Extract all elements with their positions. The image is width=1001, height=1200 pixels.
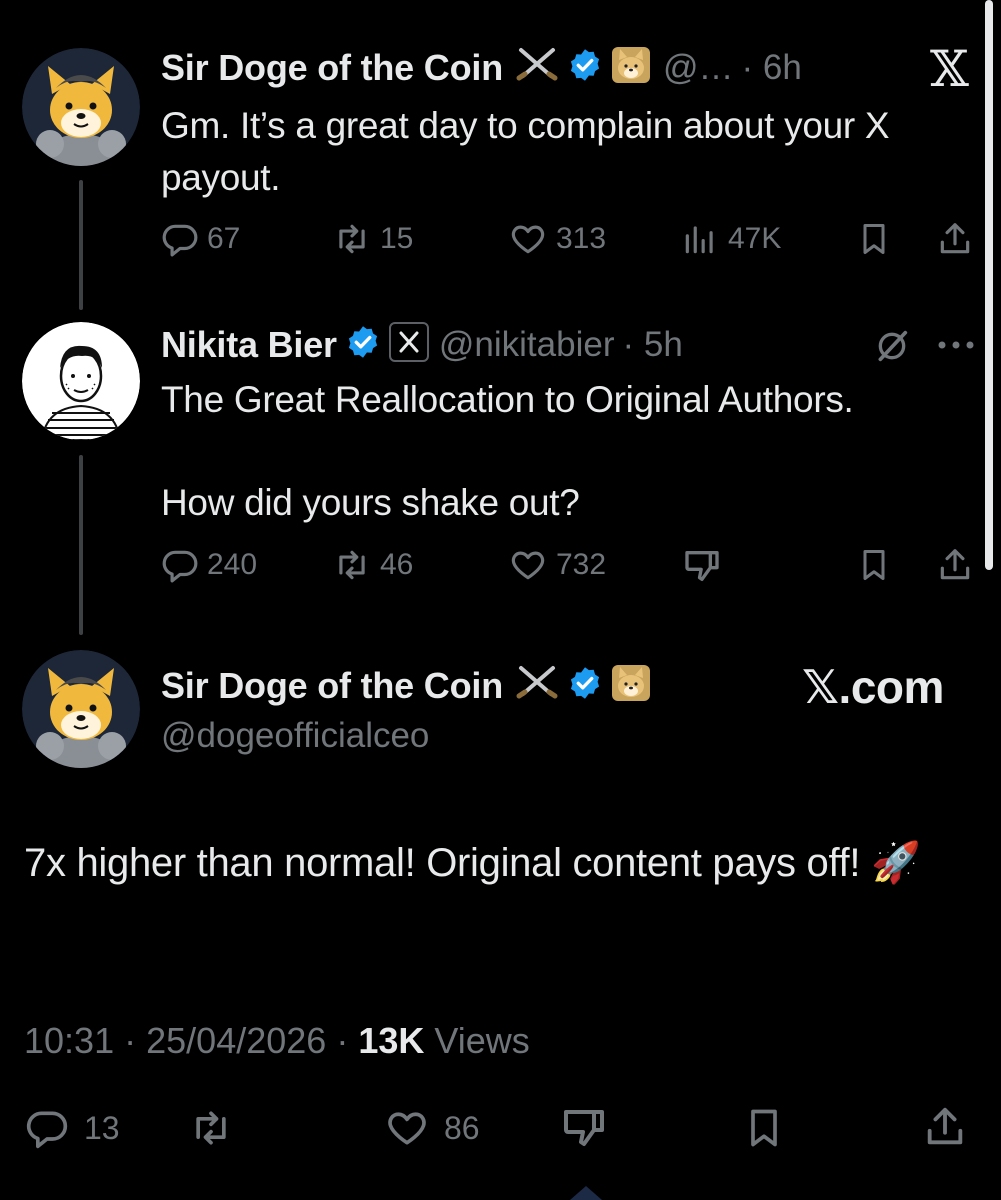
tweet-date[interactable]: 25/04/2026 [146, 1020, 326, 1061]
reply-button[interactable]: 13 [24, 1106, 120, 1150]
tweet2-handle[interactable]: @nikitabier [439, 325, 615, 365]
repost-icon [196, 1111, 226, 1145]
like-icon [388, 1112, 426, 1145]
views-label: Views [434, 1020, 530, 1061]
avatar-doge[interactable] [22, 48, 140, 166]
doge-avatar-image [22, 48, 140, 166]
like-button[interactable]: 732 [508, 546, 606, 584]
tweet1-header: Sir Doge of the Coin @… · 6h [161, 46, 802, 89]
tweet1-time[interactable]: · 6h [742, 48, 802, 88]
bookmark-button[interactable] [856, 546, 892, 584]
repost-count: 46 [380, 548, 414, 581]
doge-emoji-icon [611, 664, 651, 707]
tweet-metadata: 10:31 · 25/04/2026 · 13K Views [24, 1020, 530, 1062]
crossed-swords-icon [515, 664, 559, 707]
reply-icon [162, 224, 198, 257]
tweet2-header: Nikita Bier @nikitabier · 5h [161, 322, 683, 367]
repost-icon [339, 550, 365, 580]
dislike-button[interactable] [560, 1104, 608, 1152]
reply-count: 13 [84, 1109, 120, 1146]
separator: · [124, 1020, 137, 1061]
reply-count: 240 [207, 548, 258, 581]
share-button[interactable] [936, 220, 974, 258]
scrollbar[interactable] [985, 0, 993, 570]
repost-button[interactable]: 15 [332, 220, 413, 258]
dislike-icon [685, 551, 719, 581]
main-display-name[interactable]: Sir Doge of the Coin [161, 665, 503, 707]
x-logo-icon: 𝕏 [930, 40, 969, 98]
repost-button[interactable]: 46 [332, 546, 413, 584]
tweet1-display-name[interactable]: Sir Doge of the Coin [161, 47, 503, 89]
separator: · [336, 1020, 349, 1061]
views-total: 13K [358, 1020, 425, 1061]
share-icon [927, 1107, 963, 1145]
doge-avatar-image [22, 650, 140, 768]
thread-line [79, 180, 83, 310]
reply-count: 67 [207, 222, 241, 255]
share-button[interactable] [936, 546, 974, 584]
repost-button[interactable] [186, 1106, 236, 1150]
verified-badge-icon[interactable] [567, 665, 603, 706]
reply-icon [162, 550, 198, 583]
like-icon [511, 551, 545, 580]
views-button[interactable]: 47K [680, 220, 781, 258]
repost-icon [339, 224, 365, 254]
x-com-watermark: 𝕏.com [802, 661, 944, 713]
share-icon [940, 549, 970, 580]
share-button[interactable] [922, 1104, 968, 1150]
like-icon [511, 225, 545, 254]
doge-emoji-icon [611, 46, 651, 89]
tweet2-time[interactable]: · 5h [622, 325, 682, 365]
bookmark-icon [863, 550, 885, 580]
tweet-time[interactable]: 10:31 [24, 1020, 114, 1061]
reply-button[interactable]: 240 [161, 546, 257, 584]
main-tweet-header: Sir Doge of the Coin [161, 664, 651, 707]
tweet1-text: Gm. It’s a great day to complain about y… [161, 105, 890, 198]
reply-icon [26, 1111, 68, 1149]
tweet2-text-line1: The Great Reallocation to Original Autho… [161, 379, 854, 420]
thread-line [79, 455, 83, 635]
dislike-icon [564, 1110, 604, 1146]
avatar-nikita[interactable] [22, 322, 140, 440]
tweet1-handle[interactable]: @… [663, 48, 734, 88]
tweet2-text-line2: How did yours shake out? [161, 482, 580, 523]
main-handle[interactable]: @dogeofficialceo [161, 716, 429, 756]
share-icon [940, 223, 970, 254]
like-count: 313 [556, 222, 607, 255]
grok-icon[interactable] [872, 326, 912, 371]
avatar-doge[interactable] [22, 650, 140, 768]
tweet2-display-name[interactable]: Nikita Bier [161, 324, 337, 366]
bookmark-button[interactable] [742, 1106, 786, 1150]
more-icon[interactable] [936, 338, 976, 356]
nikita-avatar-image [22, 322, 140, 440]
views-count: 47K [728, 222, 782, 255]
bookmark-icon [863, 224, 885, 254]
like-count: 732 [556, 548, 607, 581]
reply-button[interactable]: 67 [161, 220, 240, 258]
main-tweet-text: 7x higher than normal! Original content … [24, 841, 921, 885]
like-count: 86 [444, 1109, 480, 1146]
bookmark-icon [751, 1109, 777, 1147]
scroll-up-indicator[interactable] [566, 1182, 606, 1200]
bookmark-button[interactable] [856, 220, 892, 258]
views-icon [685, 226, 713, 254]
dislike-button[interactable] [682, 546, 722, 586]
verified-badge-icon[interactable] [567, 47, 603, 88]
verified-badge-icon[interactable] [345, 324, 381, 365]
repost-count: 15 [380, 222, 414, 255]
like-button[interactable]: 86 [382, 1106, 480, 1150]
like-button[interactable]: 313 [508, 220, 606, 258]
x-affiliate-icon[interactable] [388, 322, 429, 367]
crossed-swords-icon [515, 46, 559, 89]
